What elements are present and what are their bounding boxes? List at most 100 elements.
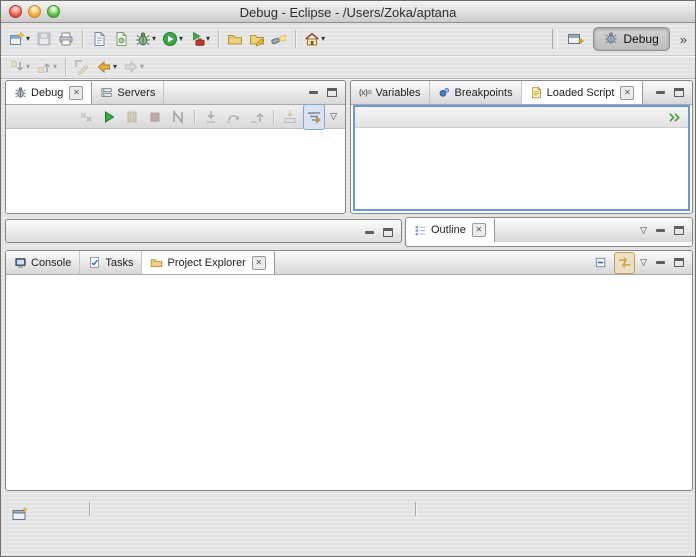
project-explorer-folder-icon [150,256,163,269]
step-into-icon [207,110,216,123]
home-icon [304,31,320,47]
loaded-script-empty-area[interactable] [355,128,688,209]
tab-variables[interactable]: (x)= Variables [351,81,430,104]
tab-servers-label: Servers [117,86,156,99]
suspend-icon [127,111,137,122]
fast-view-icon [12,506,28,520]
dropdown-arrow-icon: ▾ [206,34,211,43]
breakpoint-icon [438,86,451,99]
step-into-button[interactable] [201,105,221,129]
loaded-script-toolbar [355,107,688,128]
editor-area-strip [5,219,402,243]
minimize-view-button[interactable] [652,223,668,237]
previous-annotation-button[interactable]: ▾ [34,57,59,77]
step-over-button[interactable] [224,105,244,129]
print-icon [58,31,74,47]
web-browser-button[interactable]: ▾ [302,27,327,51]
last-edit-location-button[interactable] [72,57,92,77]
close-window-button[interactable] [9,5,22,18]
toolbar-overflow-chevron[interactable]: » [680,32,687,47]
eclipse-window: Debug - Eclipse - /Users/Zoka/aptana ▾ ▾… [0,0,696,557]
tab-tasks[interactable]: Tasks [80,251,143,274]
back-button[interactable]: ▾ [94,57,119,77]
resume-button[interactable] [99,105,119,129]
minimize-window-button[interactable] [28,5,41,18]
forward-button[interactable]: ▾ [121,57,146,77]
suspend-button[interactable] [122,105,142,129]
console-icon [14,256,27,269]
new-project-button[interactable] [89,27,109,51]
next-annotation-button[interactable]: ▾ [7,57,32,77]
minimize-view-button[interactable] [652,86,668,100]
loaded-script-panel: (x)= Variables Breakpoints Loaded Script… [350,80,693,214]
view-menu-icon[interactable]: ▽ [638,225,649,235]
close-tab-icon[interactable]: ✕ [69,85,84,100]
search-button[interactable] [269,27,289,51]
tab-breakpoints[interactable]: Breakpoints [430,81,522,104]
maximize-view-button[interactable] [671,256,687,270]
new-wizard-button[interactable]: ▾ [7,27,32,51]
new-project-icon [91,31,107,47]
tab-console[interactable]: Console [6,251,81,274]
drop-to-frame-icon [284,110,296,123]
save-button[interactable] [34,27,54,51]
close-tab-icon[interactable]: ✕ [620,85,635,100]
open-resource-button[interactable] [225,27,245,51]
tab-outline-label: Outline [431,224,466,236]
run-icon [162,31,178,47]
close-tab-icon[interactable]: ✕ [251,255,266,270]
view-menu-icon[interactable]: ▽ [328,112,339,121]
perspective-bar-handle[interactable] [552,29,559,49]
dropdown-arrow-icon: ▾ [53,62,58,71]
previous-annotation-icon [36,59,52,75]
tab-project-explorer[interactable]: Project Explorer ✕ [142,251,275,274]
terminate-button[interactable] [145,105,165,129]
step-return-button[interactable] [247,105,267,129]
run-button[interactable]: ▾ [160,27,185,51]
toolbar-separator [218,30,220,48]
disconnect-button[interactable] [168,105,188,129]
remove-terminated-button[interactable] [76,105,96,129]
minimize-editor-button[interactable] [361,225,377,239]
tab-outline[interactable]: Outline ✕ [406,218,495,242]
perspective-debug-button[interactable]: Debug [593,27,670,51]
maximize-view-button[interactable] [671,86,687,100]
link-with-editor-toggle[interactable] [614,251,636,274]
use-step-filters-toggle[interactable] [303,103,326,130]
collapse-all-button[interactable] [592,253,611,273]
dropdown-arrow-icon: ▾ [113,62,118,71]
tab-breakpoints-label: Breakpoints [454,86,513,99]
fast-view-button[interactable] [10,505,30,523]
last-edit-location-icon [74,59,90,75]
external-tools-button[interactable]: ▾ [187,27,212,51]
statusbar-separator [89,502,90,516]
titlebar[interactable]: Debug - Eclipse - /Users/Zoka/aptana [1,1,695,23]
dropdown-arrow-icon: ▾ [140,62,145,71]
refresh-scripts-button[interactable] [665,105,684,129]
minimize-view-button[interactable] [305,86,321,100]
close-tab-icon[interactable]: ✕ [471,223,486,237]
tab-debug[interactable]: Debug ✕ [6,81,93,104]
maximize-view-button[interactable] [324,86,340,100]
zoom-window-button[interactable] [47,5,60,18]
print-button[interactable] [56,27,76,51]
save-icon [36,31,52,47]
drop-to-frame-button[interactable] [280,105,300,129]
debug-view-content[interactable] [6,129,345,213]
maximize-editor-button[interactable] [380,225,396,239]
tab-servers[interactable]: Servers [92,81,165,104]
tab-loaded-script[interactable]: Loaded Script ✕ [521,81,644,104]
statusbar-separator [415,502,416,516]
view-menu-icon[interactable]: ▽ [638,258,649,267]
step-over-icon [227,114,240,124]
project-explorer-content[interactable] [6,275,692,490]
debug-launch-button[interactable]: ▾ [133,27,158,51]
window-title: Debug - Eclipse - /Users/Zoka/aptana [239,5,457,20]
maximize-view-button[interactable] [671,223,687,237]
right-panel-header: (x)= Variables Breakpoints Loaded Script… [351,81,692,105]
open-file-button[interactable] [111,27,131,51]
open-perspective-button[interactable] [565,27,587,51]
minimize-view-button[interactable] [652,256,668,270]
dropdown-arrow-icon: ▾ [152,34,157,43]
open-type-button[interactable] [247,27,267,51]
